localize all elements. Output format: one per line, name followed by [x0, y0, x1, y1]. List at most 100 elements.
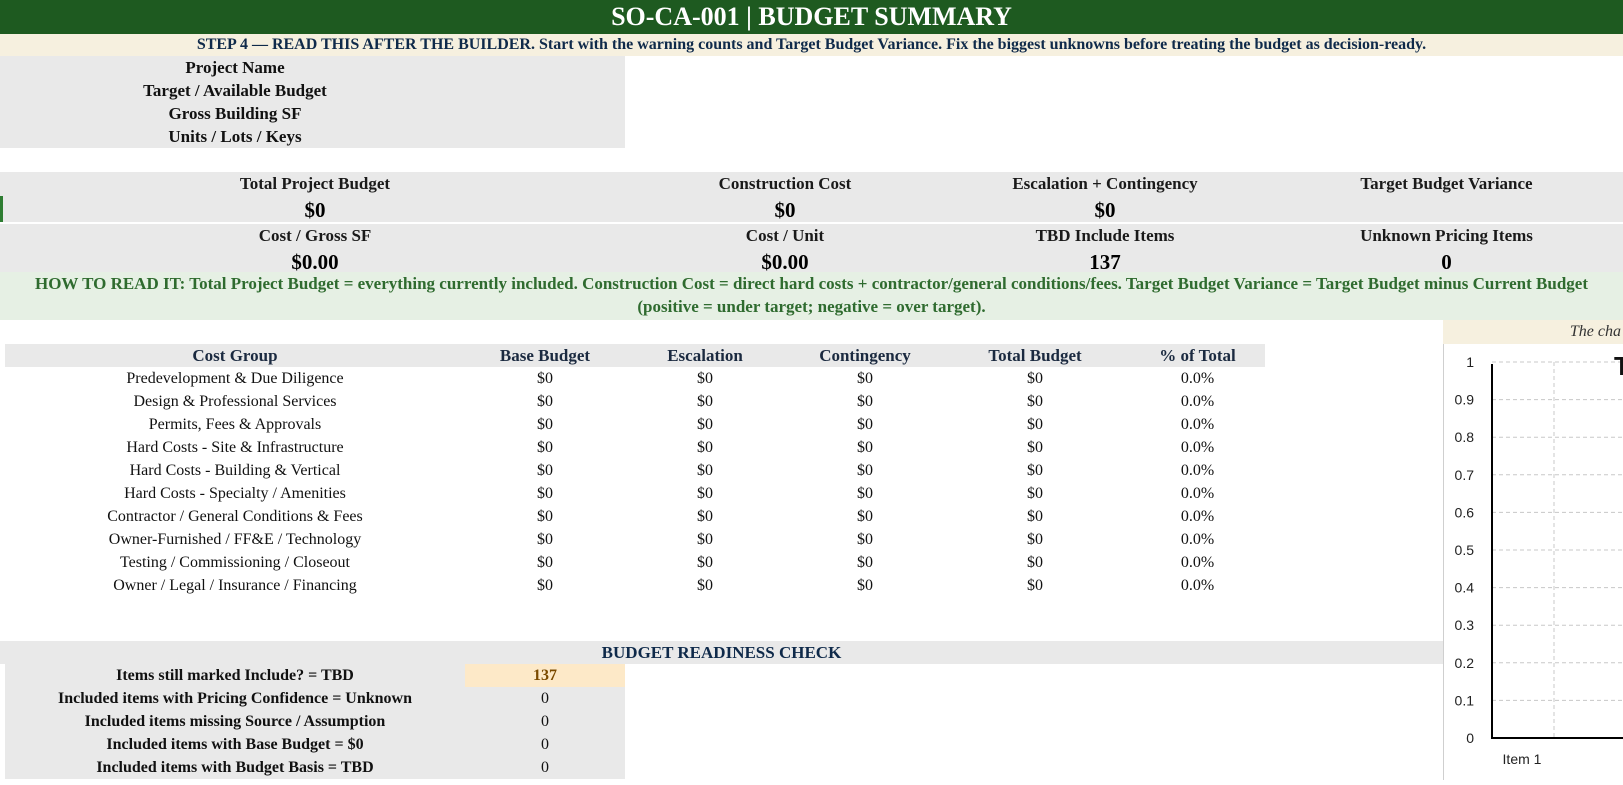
cell-pct-total: 0.0%: [1180, 577, 1215, 594]
kpi-cost-per-unit-label: Cost / Unit: [745, 226, 825, 245]
y-tick-label: 0.9: [1455, 392, 1475, 408]
y-tick-label: 0.3: [1455, 617, 1475, 633]
how-to-read-text: HOW TO READ IT: Total Project Budget = e…: [34, 274, 1588, 316]
y-tick-label: 0.4: [1455, 580, 1475, 596]
kpi-construction-cost-value: $0: [774, 198, 796, 222]
cell-contingency: $0: [857, 393, 873, 410]
budget-chart: 0 0.1 0.2 0.3 0.4 0.5 0.6 0.7 0.8 0.9 1 Item 1 T: [1455, 351, 1623, 767]
cell-base-budget: $0: [537, 531, 553, 548]
cell-pct-total: 0.0%: [1180, 508, 1215, 525]
cell-cost-group: Predevelopment & Due Diligence: [126, 370, 344, 387]
chart-title: T: [1614, 351, 1623, 381]
cell-contingency: $0: [857, 485, 873, 502]
table-row: Contractor / General Conditions & Fees $0…: [0, 505, 1265, 528]
how-to-read-note: HOW TO READ IT: Total Project Budget = e…: [0, 272, 1623, 320]
cell-cost-group: Hard Costs - Building & Vertical: [129, 462, 341, 479]
table-row: Hard Costs - Specialty / Amenities $0 $0 $0…: [0, 482, 1265, 505]
y-tick-label: 0.8: [1455, 429, 1475, 445]
cell-pct-total: 0.0%: [1180, 554, 1215, 571]
cell-total-budget: $0: [1027, 577, 1043, 594]
kpi-construction-cost-label: Construction Cost: [718, 174, 852, 193]
y-tick-label: 0.1: [1455, 692, 1475, 708]
kpi-unknown-pricing-label: Unknown Pricing Items: [1360, 226, 1533, 245]
cell-contingency: $0: [857, 508, 873, 525]
cell-cost-group: Testing / Commissioning / Closeout: [119, 554, 350, 571]
cell-base-budget: $0: [537, 370, 553, 387]
cell-pct-total: 0.0%: [1180, 393, 1215, 410]
x-tick-label: Item 1: [1503, 751, 1542, 767]
units-label: Units / Lots / Keys: [168, 127, 302, 146]
col-header-total-budget: Total Budget: [988, 346, 1082, 365]
cell-cost-group: Owner / Legal / Insurance / Financing: [113, 577, 357, 594]
y-tick-label: 0.5: [1455, 542, 1475, 558]
cell-escalation: $0: [697, 531, 713, 548]
kpi-escalation-contingency-value: $0: [1094, 198, 1116, 222]
cell-base-budget: $0: [537, 577, 553, 594]
cell-escalation: $0: [697, 508, 713, 525]
cell-contingency: $0: [857, 531, 873, 548]
y-tick-label: 0.6: [1455, 504, 1475, 520]
project-info-panel: Project Name Target / Available Budget G…: [5, 56, 625, 148]
cell-cost-group: Permits, Fees & Approvals: [148, 416, 322, 433]
cell-contingency: $0: [857, 462, 873, 479]
table-row: Testing / Commissioning / Closeout $0 $0 $0…: [0, 551, 1265, 574]
cell-total-budget: $0: [1027, 554, 1043, 571]
col-header-cost-group: Cost Group: [192, 346, 278, 365]
col-header-base-budget: Base Budget: [499, 346, 591, 365]
cell-total-budget: $0: [1027, 370, 1043, 387]
chart-panel: 0 0.1 0.2 0.3 0.4 0.5 0.6 0.7 0.8 0.9 1 Item 1 T: [1443, 344, 1623, 780]
cell-pct-total: 0.0%: [1180, 485, 1215, 502]
kpi-target-variance-label: Target Budget Variance: [1360, 174, 1533, 193]
y-tick-label: 0.7: [1455, 467, 1475, 483]
cell-total-budget: $0: [1027, 439, 1043, 456]
cell-cost-group: Contractor / General Conditions & Fees: [107, 508, 363, 525]
cell-cost-group: Hard Costs - Specialty / Amenities: [124, 485, 346, 502]
table-row: Hard Costs - Building & Vertical $0 $0 $0 $0…: [0, 459, 1265, 482]
cell-pct-total: 0.0%: [1180, 531, 1215, 548]
cell-cost-group: Design & Professional Services: [133, 393, 337, 410]
cell-escalation: $0: [697, 370, 713, 387]
y-tick-label: 0.2: [1455, 655, 1475, 671]
cell-cost-group: Hard Costs - Site & Infrastructure: [126, 439, 344, 456]
cell-escalation: $0: [697, 485, 713, 502]
readiness-value: 0: [465, 710, 625, 733]
readiness-value: 0: [465, 687, 625, 710]
cell-contingency: $0: [857, 370, 873, 387]
readiness-value: 0: [465, 733, 625, 756]
cell-base-budget: $0: [537, 554, 553, 571]
readiness-value: 0: [465, 756, 625, 779]
cell-contingency: $0: [857, 439, 873, 456]
cell-pct-total: 0.0%: [1180, 416, 1215, 433]
kpi-tbd-include-label: TBD Include Items: [1035, 226, 1175, 245]
y-tick-label: 0: [1466, 730, 1474, 746]
kpi-escalation-contingency-label: Escalation + Contingency: [1012, 174, 1198, 193]
kpi-cost-per-sf-label: Cost / Gross SF: [258, 226, 372, 245]
kpi-total-project-budget-label: Total Project Budget: [239, 174, 391, 193]
table-row: Predevelopment & Due Diligence $0 $0 $0 $0 0.…: [0, 367, 1265, 390]
sheet-title: SO-CA-001 | BUDGET SUMMARY: [0, 0, 1623, 34]
cell-total-budget: $0: [1027, 462, 1043, 479]
cell-pct-total: 0.0%: [1180, 462, 1215, 479]
readiness-label: Included items missing Source / Assumpti…: [5, 710, 465, 733]
readiness-title: BUDGET READINESS CHECK: [0, 641, 1443, 664]
col-header-contingency: Contingency: [819, 346, 911, 365]
cell-total-budget: $0: [1027, 416, 1043, 433]
project-name-label: Project Name: [185, 58, 285, 77]
readiness-list: Items still marked Include? = TBD 137 Incl…: [0, 664, 625, 780]
step-note: STEP 4 — READ THIS AFTER THE BUILDER. St…: [0, 34, 1623, 56]
y-tick-label: 1: [1466, 354, 1474, 370]
table-row: Owner-Furnished / FF&E / Technology $0 $0 $…: [0, 528, 1265, 551]
cell-contingency: $0: [857, 416, 873, 433]
chart-banner-text: The cha: [1569, 323, 1621, 340]
table-row: Owner / Legal / Insurance / Financing $0 $…: [0, 574, 1265, 597]
cost-table: Cost Group Base Budget Escalation Contin…: [0, 344, 1265, 597]
cell-total-budget: $0: [1027, 531, 1043, 548]
table-row: Hard Costs - Site & Infrastructure $0 $0 $0…: [0, 436, 1265, 459]
cell-escalation: $0: [697, 393, 713, 410]
cell-escalation: $0: [697, 577, 713, 594]
cell-base-budget: $0: [537, 439, 553, 456]
cell-escalation: $0: [697, 439, 713, 456]
kpi-total-project-budget-value: $0: [304, 198, 326, 222]
cell-base-budget: $0: [537, 416, 553, 433]
gross-sf-label: Gross Building SF: [168, 104, 302, 123]
